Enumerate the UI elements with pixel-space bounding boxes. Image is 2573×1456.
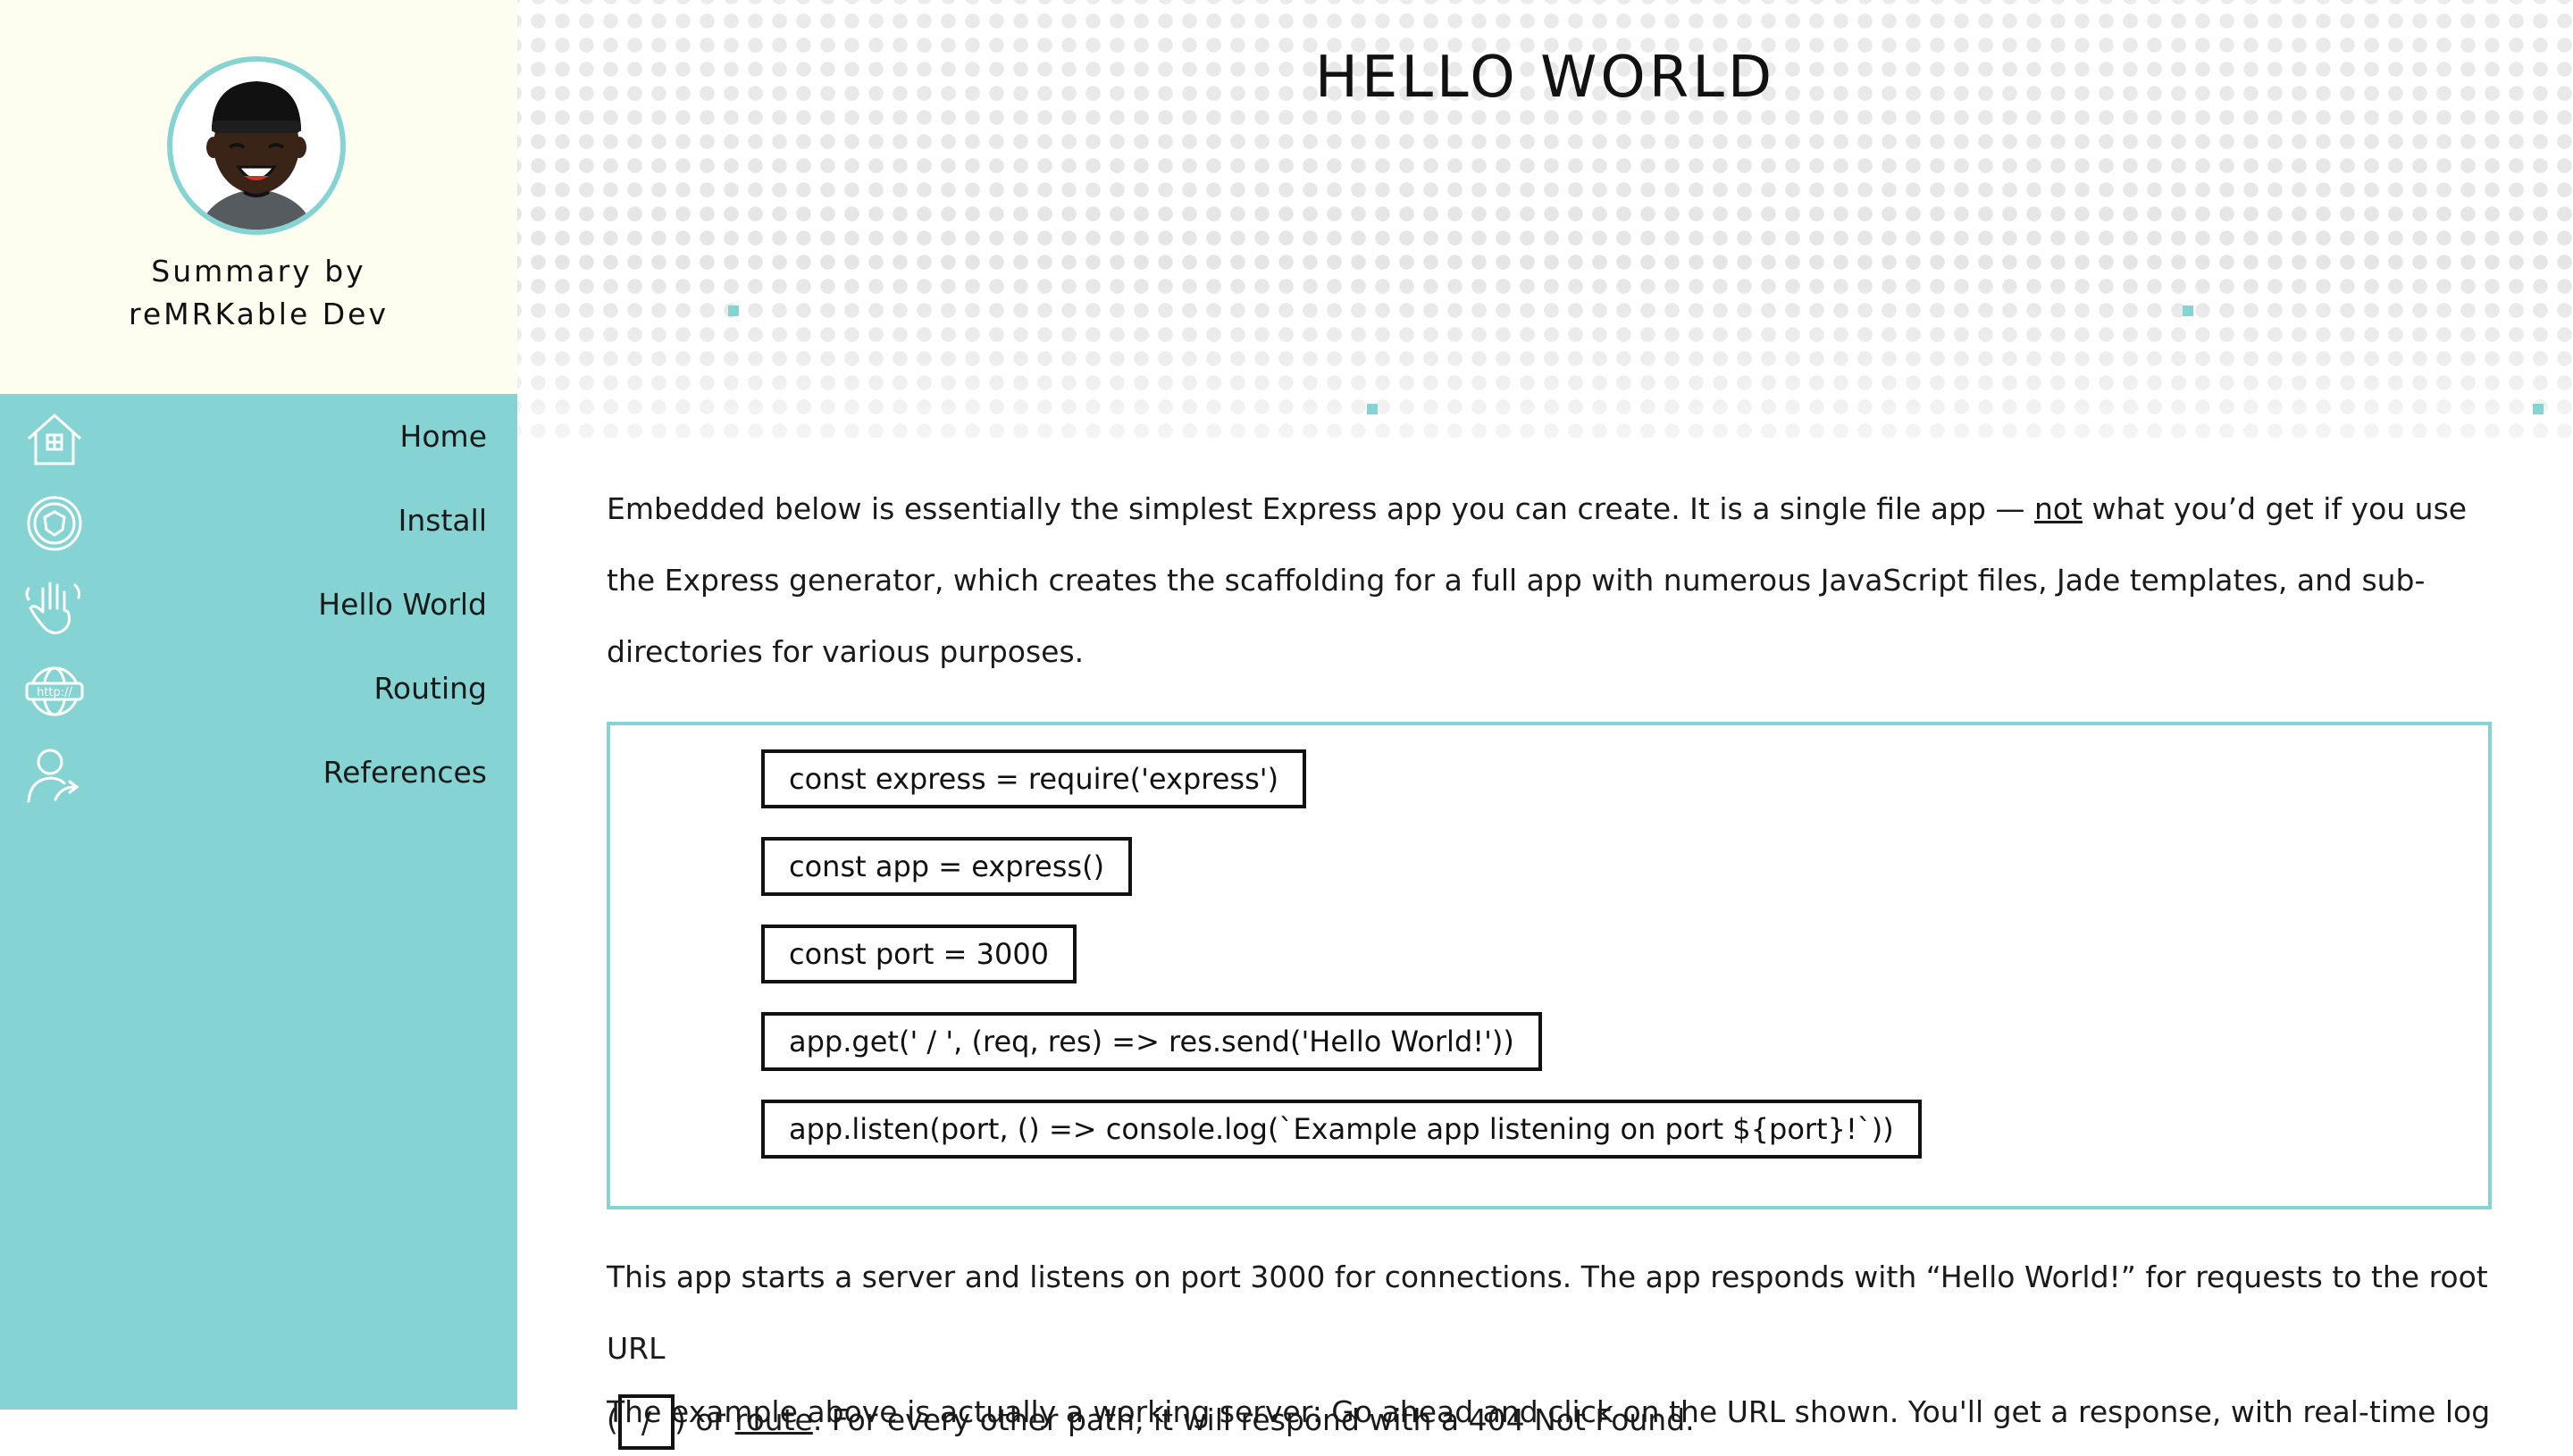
code-line: const express = require('express') <box>761 749 1307 808</box>
hero-banner: HELLO WORLD <box>517 0 2573 438</box>
main-content: HELLO WORLD Embedded below is essentiall… <box>517 0 2573 1450</box>
code-line: app.listen(port, () => console.log(`Exam… <box>761 1100 1922 1159</box>
shield-icon <box>23 492 86 555</box>
sidebar-item-label: Hello World <box>318 587 487 622</box>
sidebar-item-home[interactable]: Home <box>0 394 517 478</box>
accent-dot <box>2533 404 2544 414</box>
profile-name: Summary by reMRKable Dev <box>0 250 517 336</box>
sidebar-item-hello-world[interactable]: Hello World <box>0 562 517 646</box>
hand-wave-icon <box>23 576 86 639</box>
http-globe-icon: http:// <box>23 660 86 723</box>
house-icon <box>23 408 86 471</box>
code-line: app.get(' / ', (req, res) => res.send('H… <box>761 1012 1542 1071</box>
sidebar-item-routing[interactable]: http:// Routing <box>0 646 517 730</box>
user-share-icon <box>23 744 86 807</box>
sidebar: Summary by reMRKable Dev Home Install He… <box>0 0 517 1410</box>
page-title: HELLO WORLD <box>1314 45 1776 111</box>
sidebar-item-label: References <box>323 755 487 790</box>
profile-name-line1: Summary by <box>151 254 366 289</box>
accent-dot <box>1367 404 1378 414</box>
sidebar-item-label: Routing <box>373 671 487 706</box>
intro-paragraph: Embedded below is essentially the simple… <box>607 473 2492 688</box>
intro-text: Embedded below is essentially the simple… <box>607 491 2034 526</box>
explanation-line1: This app starts a server and listens on … <box>607 1259 2488 1366</box>
code-line: const port = 3000 <box>761 925 1077 983</box>
sidebar-item-install[interactable]: Install <box>0 478 517 562</box>
profile-card: Summary by reMRKable Dev <box>0 0 517 394</box>
accent-dot <box>728 305 739 316</box>
svg-text:http://: http:// <box>37 686 72 699</box>
sidebar-item-label: Home <box>399 419 487 454</box>
sidebar-item-references[interactable]: References <box>0 730 517 814</box>
sidebar-nav: Home Install Hello World http:// Routing… <box>0 394 517 814</box>
sidebar-item-label: Install <box>398 503 487 538</box>
code-line: const app = express() <box>761 837 1133 896</box>
truncated-paragraph: The example above is actually a working … <box>607 1394 2492 1429</box>
avatar <box>167 56 346 235</box>
accent-dot <box>2183 305 2193 316</box>
code-block: const express = require('express') const… <box>607 722 2492 1209</box>
profile-name-line2: reMRKable Dev <box>129 297 389 331</box>
not-link[interactable]: not <box>2034 491 2083 526</box>
